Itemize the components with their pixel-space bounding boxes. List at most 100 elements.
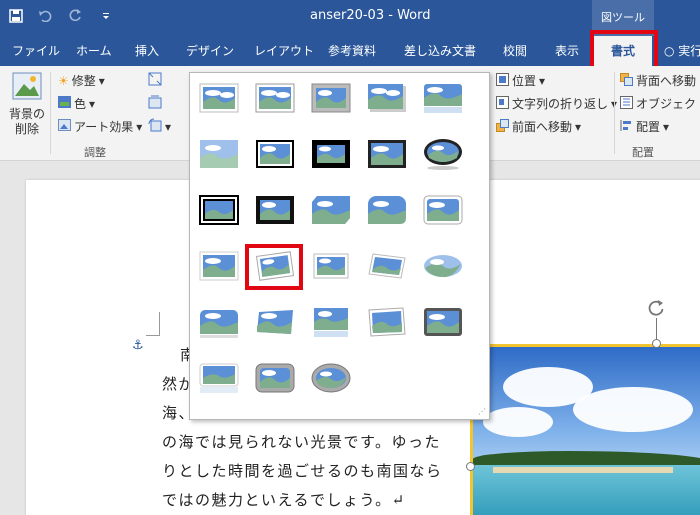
send-backward-label: 背面へ移動 bbox=[636, 74, 697, 88]
style-relaxed-perspective-white[interactable] bbox=[366, 249, 408, 283]
style-rotated-perspective-white[interactable] bbox=[366, 305, 408, 339]
dropdown-arrow-icon: ▾ bbox=[136, 119, 143, 134]
dropdown-arrow-icon: ▾ bbox=[539, 73, 546, 88]
style-drop-shadow-rectangle[interactable] bbox=[366, 81, 408, 115]
undo-icon[interactable] bbox=[38, 7, 54, 25]
style-bevel-perspective[interactable] bbox=[254, 305, 296, 339]
save-icon[interactable] bbox=[8, 7, 24, 25]
send-backward-button[interactable]: 背面へ移動 bbox=[620, 72, 696, 89]
style-soft-edge-rectangle[interactable] bbox=[198, 137, 240, 171]
anchor-icon[interactable]: ⚓ bbox=[132, 338, 144, 353]
compress-icon bbox=[148, 72, 162, 89]
customize-qat-icon[interactable] bbox=[98, 7, 114, 25]
dropdown-arrow-icon: ▾ bbox=[663, 119, 670, 134]
change-picture-button[interactable] bbox=[148, 95, 162, 112]
document-name: anser20-03 bbox=[310, 8, 385, 23]
app-name: Word bbox=[397, 8, 431, 23]
style-double-frame-black[interactable] bbox=[254, 137, 296, 171]
picture-cloud bbox=[573, 387, 693, 432]
style-metal-rounded-rectangle[interactable] bbox=[422, 305, 464, 339]
remove-background-icon bbox=[12, 72, 42, 103]
rotate-handle-line bbox=[656, 318, 657, 340]
tab-mailings[interactable]: 差し込み文書 bbox=[404, 36, 476, 66]
bring-forward-button[interactable]: 前面へ移動 ▾ bbox=[496, 118, 581, 135]
text-line-5[interactable]: りとした時間を過ごせるのも南国なら bbox=[162, 460, 443, 481]
text-line-4[interactable]: の海では見られない光景です。ゆった bbox=[162, 431, 441, 452]
tab-review[interactable]: 校閲 bbox=[503, 36, 527, 66]
style-beveled-matte-white[interactable] bbox=[254, 81, 296, 115]
style-simple-frame-black[interactable] bbox=[366, 137, 408, 171]
reset-picture-icon bbox=[148, 118, 162, 135]
style-reflected-rounded-rectangle[interactable] bbox=[422, 81, 464, 115]
align-label: 配置 bbox=[636, 120, 661, 134]
style-rounded-diagonal-corner[interactable] bbox=[366, 193, 408, 227]
group-label-adjust: 調整 bbox=[84, 146, 106, 159]
sun-icon: ☀ bbox=[58, 73, 69, 88]
selection-pane-icon bbox=[620, 95, 633, 112]
reset-picture-button[interactable]: ▾ bbox=[148, 118, 171, 135]
picture-styles-gallery: ⋰ bbox=[189, 72, 490, 420]
ribbon-separator bbox=[50, 72, 51, 154]
tab-home[interactable]: ホーム bbox=[76, 36, 112, 66]
remove-background-label-2: 削除 bbox=[14, 122, 39, 136]
style-perspective-shadow-white[interactable] bbox=[310, 249, 352, 283]
tab-layout[interactable]: レイアウト bbox=[254, 36, 314, 66]
style-reflected-bevel-white[interactable] bbox=[310, 305, 352, 339]
style-metal-frame[interactable] bbox=[310, 81, 352, 115]
tab-references[interactable]: 参考資料 bbox=[328, 36, 376, 66]
bring-forward-icon bbox=[496, 118, 509, 135]
style-center-shadow-rectangle[interactable] bbox=[198, 249, 240, 283]
rotate-handle-icon[interactable] bbox=[646, 298, 666, 318]
style-reflected-rounded-white[interactable] bbox=[198, 361, 240, 395]
window-title: anser20-03 - Word bbox=[310, 8, 431, 23]
selection-pane-label: オブジェクトの bbox=[636, 97, 700, 111]
remove-background-button[interactable]: 背景の 削除 bbox=[8, 72, 46, 137]
artistic-effects-button[interactable]: アート効果 ▾ bbox=[58, 118, 142, 135]
selected-picture[interactable] bbox=[470, 344, 700, 515]
dropdown-arrow-icon: ▾ bbox=[98, 73, 105, 88]
tab-design[interactable]: デザイン bbox=[186, 36, 234, 66]
compress-pictures-button[interactable] bbox=[148, 72, 162, 89]
style-bevel-rectangle[interactable] bbox=[198, 305, 240, 339]
artistic-effects-label: アート効果 bbox=[74, 120, 134, 134]
position-button[interactable]: 位置 ▾ bbox=[496, 72, 545, 89]
style-metal-rounded-frame[interactable] bbox=[254, 361, 296, 395]
wrap-text-icon bbox=[496, 95, 509, 112]
bring-forward-label: 前面へ移動 bbox=[512, 120, 573, 134]
style-compound-frame-black[interactable] bbox=[198, 193, 240, 227]
style-moderate-frame-white[interactable] bbox=[422, 193, 464, 227]
corrections-button[interactable]: ☀ 修整 ▾ bbox=[58, 72, 105, 89]
align-button[interactable]: 配置 ▾ bbox=[620, 118, 669, 135]
position-icon bbox=[496, 72, 509, 89]
resize-handle-top[interactable] bbox=[652, 339, 661, 348]
selection-pane-button[interactable]: オブジェクトの bbox=[620, 95, 700, 112]
wrap-text-button[interactable]: 文字列の折り返し▾ bbox=[496, 95, 617, 112]
resize-grip-icon[interactable]: ⋰ bbox=[478, 408, 486, 416]
tab-insert[interactable]: 挿入 bbox=[135, 36, 159, 66]
text-line-6[interactable]: ではの魅力といえるでしょう。↵ bbox=[162, 489, 406, 510]
tab-view[interactable]: 表示 bbox=[555, 36, 579, 66]
tell-me-label: 実行 bbox=[678, 44, 700, 58]
ribbon-separator bbox=[614, 72, 615, 154]
change-picture-icon bbox=[148, 95, 162, 112]
lightbulb-icon: ○ bbox=[664, 44, 679, 58]
group-label-arrange: 配置 bbox=[632, 146, 654, 159]
artistic-effects-icon bbox=[58, 119, 71, 134]
style-thick-frame-black[interactable] bbox=[254, 193, 296, 227]
style-soft-edge-oval[interactable] bbox=[422, 249, 464, 283]
redo-icon[interactable] bbox=[68, 7, 84, 25]
color-label: 色 bbox=[74, 97, 87, 111]
highlight-format-tab bbox=[590, 30, 658, 70]
style-thick-matte-black[interactable] bbox=[310, 137, 352, 171]
position-label: 位置 bbox=[512, 74, 537, 88]
style-simple-frame-white[interactable] bbox=[198, 81, 240, 115]
style-metal-oval[interactable] bbox=[310, 361, 352, 395]
tab-file[interactable]: ファイル bbox=[12, 36, 60, 66]
style-oval-black[interactable] bbox=[422, 137, 464, 171]
color-button[interactable]: 色 ▾ bbox=[58, 95, 95, 112]
margin-corner-mark bbox=[146, 312, 160, 336]
resize-handle-left[interactable] bbox=[466, 462, 475, 471]
wrap-text-label: 文字列の折り返し bbox=[512, 97, 609, 111]
tab-tell-me[interactable]: ○ 実行 bbox=[664, 36, 700, 66]
style-snip-diagonal-corner[interactable] bbox=[310, 193, 352, 227]
